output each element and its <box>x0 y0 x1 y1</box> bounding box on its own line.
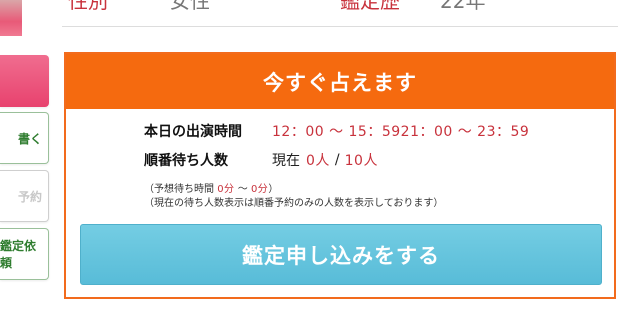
queue-prefix: 現在 <box>272 153 300 169</box>
career-label: 鑑定歴 <box>340 0 400 13</box>
queue-label: 順番待ち人数 <box>144 153 228 169</box>
availability-panel: 今すぐ占えます 本日の出演時間 12：00 ～ 15：5921：00 ～ 23：… <box>64 52 616 299</box>
profile-photo <box>0 0 22 36</box>
favorite-button[interactable] <box>0 55 49 107</box>
reserve-button[interactable]: 予約 <box>0 170 49 222</box>
gender-value: 女性 <box>170 0 210 13</box>
write-review-label: 書く <box>17 131 42 146</box>
apply-reading-button[interactable]: 鑑定申し込みをする <box>80 224 602 285</box>
write-review-button[interactable]: 書く <box>0 112 49 164</box>
request-reading-button[interactable]: 鑑定依頼 <box>0 228 49 280</box>
gender-label: 性別 <box>68 0 108 13</box>
queue-row: 順番待ち人数 現在 0人 / 10人 <box>144 150 378 170</box>
panel-title: 今すぐ占えます <box>66 54 614 109</box>
reserve-label: 予約 <box>17 189 42 204</box>
today-hours-row: 本日の出演時間 12：00 ～ 15：5921：00 ～ 23：59 <box>144 121 529 141</box>
queue-separator: / <box>334 152 340 168</box>
divider <box>62 26 618 27</box>
career-value: 22年 <box>440 0 486 13</box>
today-hours-label: 本日の出演時間 <box>144 124 242 140</box>
today-hours-value: 12：00 ～ 15：5921：00 ～ 23：59 <box>272 124 530 140</box>
request-reading-label: 鑑定依頼 <box>0 239 37 270</box>
queue-disclaimer: （現在の待ち人数表示は順番予約のみの人数を表示しております） <box>144 198 444 209</box>
queue-current: 0人 <box>306 153 330 169</box>
wait-time-note: （予想待ち時間 0分 ～ 0分） <box>144 180 278 195</box>
queue-total: 10人 <box>344 153 378 169</box>
profile-summary-row: 性別 女性 鑑定歴 22年 <box>0 0 630 36</box>
